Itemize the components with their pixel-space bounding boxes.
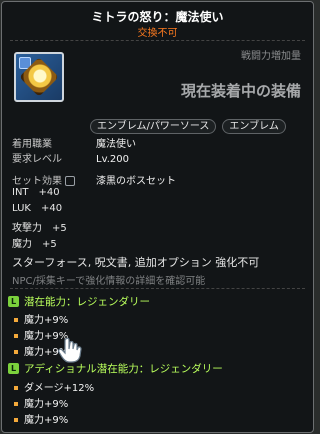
additional-potential-line: ダメージ+12% [14,379,94,394]
emblem-icon [14,52,64,102]
set-stat-value: +5 [52,223,67,234]
legendary-badge-icon: L [8,296,19,307]
set-stat-name: 魔力 [12,239,32,250]
item-title: ミトラの怒り：魔法使い [91,10,224,24]
additional-potential-line-text: 魔力+9% [24,399,69,410]
set-effect-header: セット効果 [12,172,75,187]
set-effect-label: セット効果 [12,176,62,187]
set-stat-name: LUK [12,203,31,214]
potential-title: 潜在能力：レジェンダリー [24,296,150,308]
req-job-value: 魔法使い [96,139,136,150]
set-name: 漆黒のボスセット [96,176,176,187]
additional-potential-header: L アディショナル潜在能力：レジェンダリー [8,361,223,376]
bullet-icon [14,334,18,338]
tag-category: エンブレム/パワーソース [90,119,217,134]
set-stat-value: +5 [42,239,57,250]
hand-cursor-icon [58,337,82,363]
bullet-icon [14,350,18,354]
bullet-icon [14,418,18,422]
req-level-label: 要求レベル [12,154,62,165]
power-increase-label: 戦闘力増加量 [241,51,301,62]
req-level-value: Lv.200 [96,154,129,165]
additional-potential-title: アディショナル潜在能力：レジェンダリー [24,363,223,375]
additional-potential-line-text: ダメージ+12% [24,383,95,394]
tag-type: エンブレム [222,119,286,134]
item-tooltip: ミトラの怒り：魔法使い 交換不可 戦闘力増加量 現在装着中の装備 エンブレム/パ… [1,1,314,433]
divider [10,40,305,41]
req-job-row: 着用職業 魔法使い [12,135,136,150]
item-tags: エンブレム/パワーソース エンブレム [90,119,286,134]
set-stat-row: 攻撃力 +5 [12,219,67,234]
additional-potential-line: 魔力+9% [14,395,68,410]
enhancement-notice: スターフォース, 呪文書, 追加オプション 強化不可 [12,256,260,269]
potential-header: L 潜在能力：レジェンダリー [8,294,150,309]
set-stat-value: +40 [40,203,63,214]
set-info-icon[interactable] [65,176,75,186]
set-stat-row: 魔力 +5 [12,235,57,250]
set-stat-row: INT +40 [12,187,60,198]
additional-potential-line-text: 魔力+9% [24,415,69,426]
additional-potential-line: 魔力+9% [14,411,68,426]
potential-line: 魔力+9% [14,311,68,326]
req-level-row: 要求レベル Lv.200 [12,150,129,165]
currently-equipped-label: 現在装着中の装備 [180,82,301,100]
bullet-icon [14,318,18,322]
legendary-badge-icon: L [8,363,19,374]
divider [10,288,305,289]
enhancement-hint: NPC/採集キーで強化情報の詳細を確認可能 [12,276,206,287]
set-stat-value: +40 [38,187,60,198]
bullet-icon [14,386,18,390]
trade-status: 交換不可 [137,28,178,39]
bullet-icon [14,402,18,406]
set-stat-row: LUK +40 [12,203,62,214]
req-job-label: 着用職業 [12,139,52,150]
set-stat-name: 攻撃力 [12,223,42,234]
set-stat-name: INT [12,187,29,198]
potential-line-text: 魔力+9% [24,315,69,326]
